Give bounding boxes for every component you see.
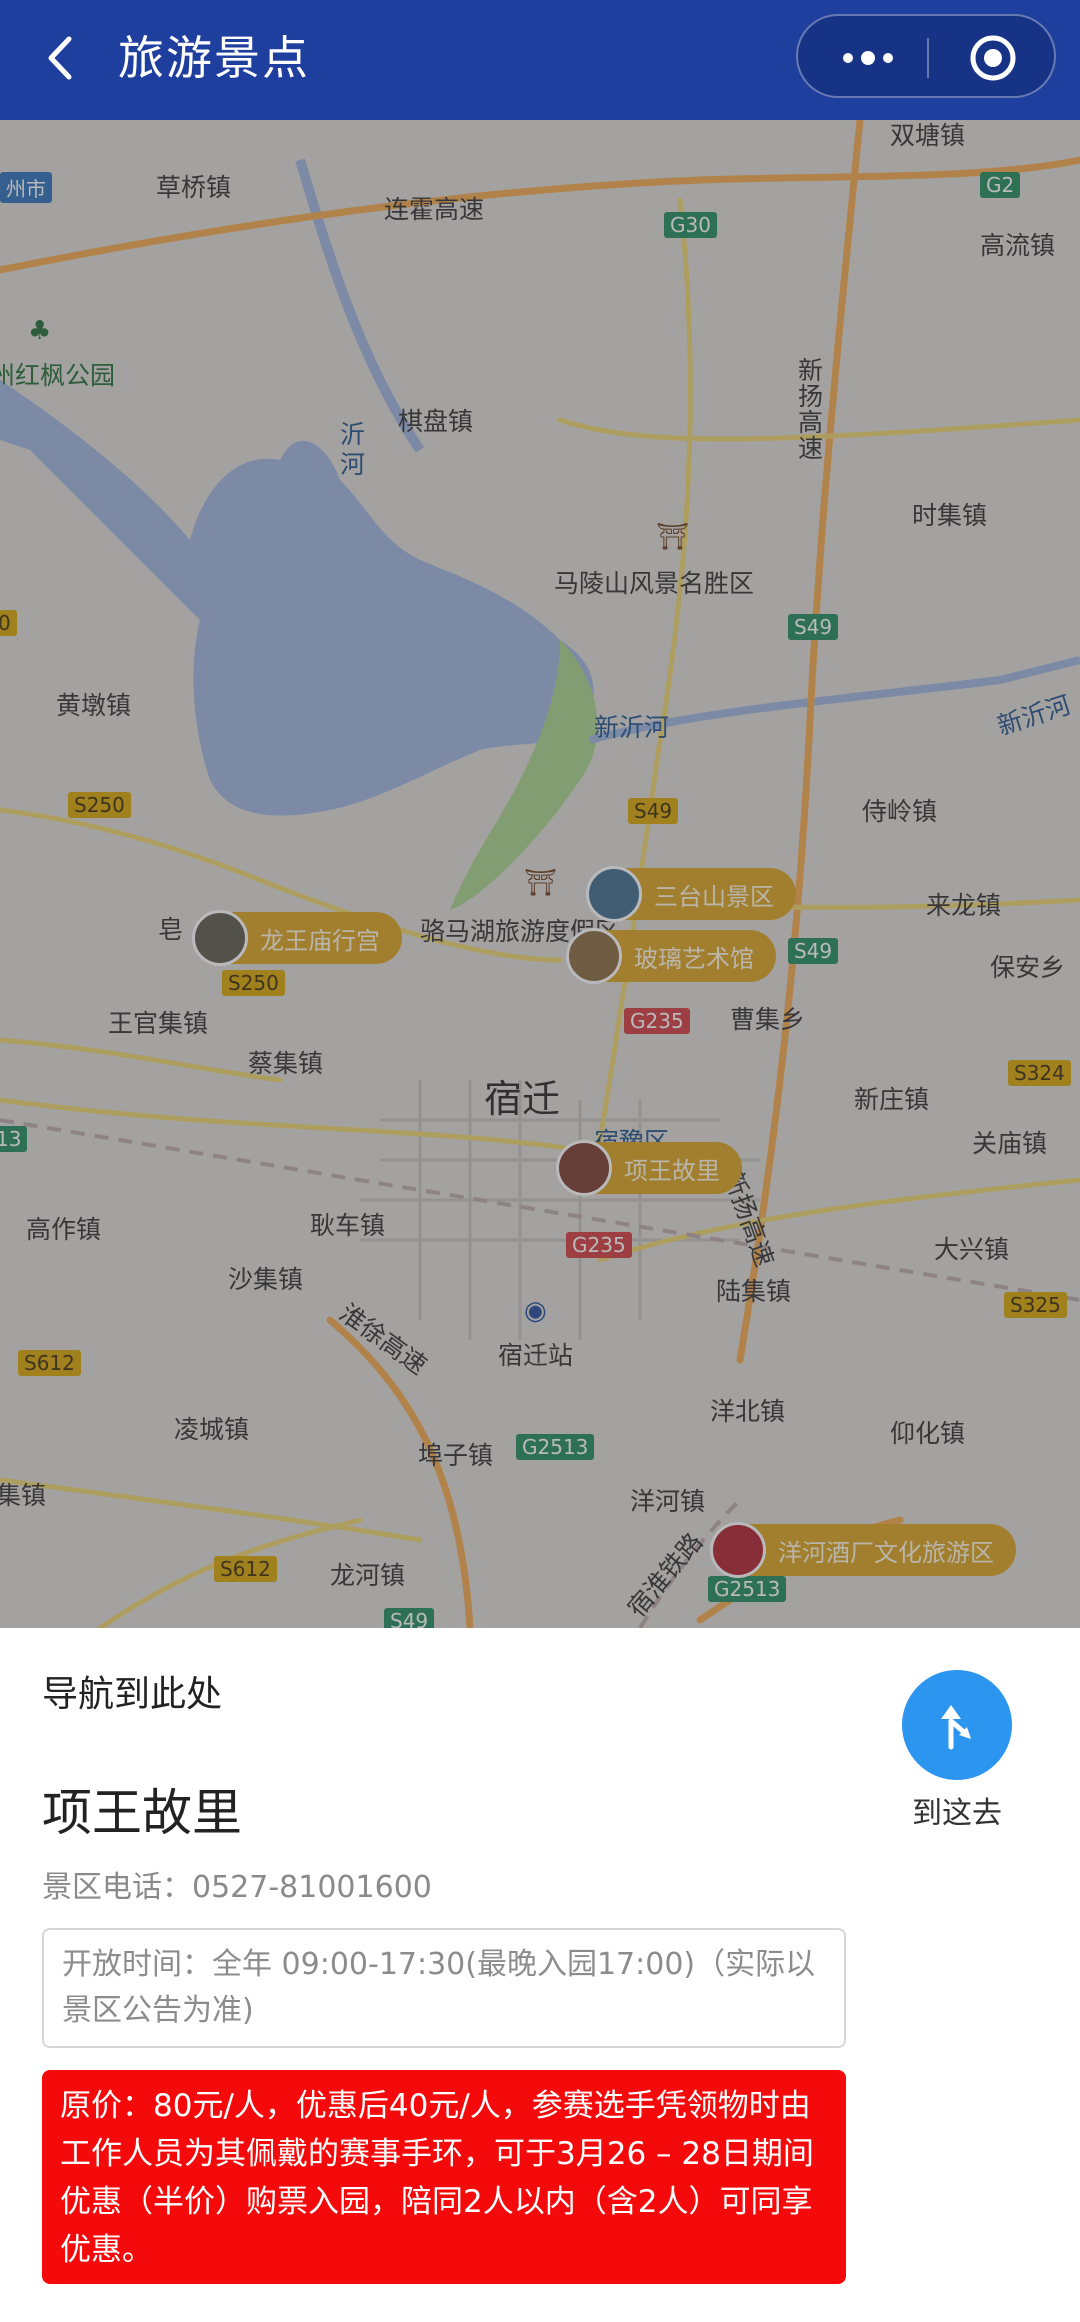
- poi-marker-yanghe-winery[interactable]: 洋河酒厂文化旅游区: [710, 1522, 1016, 1578]
- poi-marker-xiangwang[interactable]: 项王故里: [556, 1140, 742, 1196]
- place-label: 关庙镇: [972, 1129, 1048, 1158]
- place-label: 曹集乡: [730, 1005, 806, 1034]
- poi-marker-glass-museum[interactable]: 玻璃艺术馆: [566, 928, 776, 984]
- mini-program-capsule: [796, 14, 1056, 98]
- place-label: 皂: [158, 915, 184, 944]
- place-label: 连霍高速: [384, 195, 485, 224]
- poi-title: 项王故里: [42, 1784, 242, 1842]
- road-shield: G235: [566, 1232, 632, 1258]
- place-label: 侍岭镇: [862, 797, 938, 826]
- poi-label: 龙王庙行宫: [260, 926, 380, 955]
- place-label: 时集镇: [912, 501, 988, 530]
- place-label: 陆集镇: [716, 1277, 792, 1306]
- place-label: 宿迁站: [498, 1341, 574, 1370]
- poi-label: 洋河酒厂文化旅游区: [778, 1538, 994, 1567]
- place-label: 大兴镇: [934, 1235, 1010, 1264]
- place-label: 埠子镇: [418, 1441, 494, 1470]
- place-label: 棋盘镇: [398, 407, 474, 436]
- park-icon: ♣: [28, 316, 52, 346]
- place-label: 沙集镇: [228, 1265, 304, 1294]
- poi-label: 项王故里: [624, 1156, 720, 1185]
- city-shield: 州市: [0, 172, 52, 203]
- place-label: 高流镇: [980, 231, 1056, 260]
- road-shield: S324: [1008, 1060, 1071, 1086]
- close-miniprogram-button[interactable]: [948, 26, 1038, 90]
- city-label: 宿迁: [484, 1077, 561, 1121]
- more-button[interactable]: [818, 26, 918, 90]
- place-label: 集镇: [0, 1481, 47, 1510]
- road-shield: S250: [68, 792, 131, 818]
- place-label: 耿车镇: [310, 1211, 386, 1240]
- place-label: 洋河镇: [630, 1487, 706, 1516]
- place-label: 草桥镇: [156, 173, 232, 202]
- place-label: 凌城镇: [174, 1415, 250, 1444]
- road-shield: G2: [980, 172, 1021, 198]
- scenic-gate-icon: ⛩: [524, 868, 558, 898]
- place-label: 洋北镇: [710, 1397, 786, 1426]
- title-bar: 旅游景点: [0, 0, 1080, 120]
- place-label: 沂 河: [340, 420, 366, 479]
- more-dots-icon: [843, 51, 893, 65]
- back-button[interactable]: [30, 22, 90, 94]
- poi-label: 三台山景区: [654, 882, 774, 911]
- road-shield: S250: [222, 970, 285, 996]
- road-shield: S49: [384, 1608, 435, 1628]
- chevron-left-icon: [48, 36, 72, 80]
- place-label: 新 扬 高 速: [798, 356, 824, 463]
- place-label: 蔡集镇: [248, 1049, 324, 1078]
- place-label: 州红枫公园: [0, 361, 116, 390]
- capsule-divider: [927, 38, 929, 78]
- place-label: 新庄镇: [854, 1085, 930, 1114]
- poi-thumbnail: [556, 1140, 612, 1196]
- road-shield: G30: [664, 212, 717, 238]
- road-shield: S325: [1004, 1292, 1067, 1318]
- place-label: 高作镇: [26, 1215, 102, 1244]
- navigate-turn-icon: [941, 1705, 971, 1750]
- record-circle-icon: [970, 35, 1016, 81]
- scenic-gate-icon: ⛩: [656, 522, 690, 552]
- place-label: 黄墩镇: [56, 691, 132, 720]
- road-shield: 13: [0, 1126, 28, 1152]
- navigate-button-label[interactable]: 到这去: [880, 1788, 1034, 1832]
- road-shield: S49: [788, 938, 839, 964]
- place-label: 王官集镇: [108, 1009, 209, 1038]
- poi-label: 玻璃艺术馆: [634, 944, 754, 973]
- road-shield: S612: [214, 1556, 277, 1582]
- poi-marker-santaishan[interactable]: 三台山景区: [586, 866, 796, 922]
- road-shield: S49: [788, 614, 839, 640]
- road-shield: S612: [18, 1350, 81, 1376]
- poi-thumbnail: [192, 910, 248, 966]
- road-shield: G2513: [516, 1434, 595, 1460]
- map-view[interactable]: 草桥镇 连霍高速 双塘镇 高流镇 州红枫公园 棋盘镇 沂 河 新 扬 高 速 时…: [0, 120, 1080, 1628]
- poi-info-panel: 导航到此处 到这去 项王故里 景区电话：0527-81001600 开放时间：全…: [0, 1628, 1080, 2322]
- poi-thumbnail: [566, 928, 622, 984]
- place-label: 仰化镇: [890, 1419, 966, 1448]
- place-label: 来龙镇: [926, 891, 1002, 920]
- navigate-here-label: 导航到此处: [42, 1674, 223, 1715]
- road-shield: 0: [0, 610, 17, 636]
- train-station-icon: ◉: [524, 1296, 547, 1326]
- poi-thumbnail: [586, 866, 642, 922]
- place-label: 保安乡: [990, 953, 1066, 982]
- promotion-notice: 原价：80元/人，优惠后40元/人，参赛选手凭领物时由工作人员为其佩戴的赛事手环…: [42, 2070, 846, 2284]
- page-title: 旅游景点: [118, 31, 310, 85]
- place-label: 马陵山风景名胜区: [554, 569, 755, 598]
- poi-phone[interactable]: 景区电话：0527-81001600: [42, 1866, 432, 1910]
- place-label: 龙河镇: [330, 1561, 406, 1590]
- road-shield: G235: [624, 1008, 690, 1034]
- road-shield: S49: [628, 798, 679, 824]
- navigate-button[interactable]: [902, 1670, 1012, 1780]
- poi-marker-longwangmiao[interactable]: 龙王庙行宫: [192, 910, 402, 966]
- place-label: 双塘镇: [890, 121, 966, 150]
- road-shield: G2513: [708, 1576, 787, 1602]
- opening-hours-box: 开放时间：全年 09:00-17:30(最晚入园17:00)（实际以景区公告为准…: [42, 1928, 846, 2048]
- place-label: 新沂河: [594, 713, 670, 742]
- poi-thumbnail: [710, 1522, 766, 1578]
